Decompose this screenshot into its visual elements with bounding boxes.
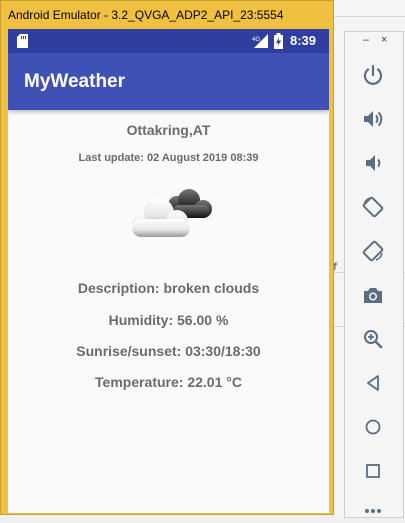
screenshot-button[interactable]	[361, 283, 385, 307]
emulator-window: Android Emulator - 3.2_QVGA_ADP2_API_23:…	[0, 0, 334, 515]
broken-clouds-icon	[132, 189, 212, 237]
sd-card-icon	[17, 34, 28, 48]
network-label: 4G	[252, 37, 260, 43]
window-title: Android Emulator - 3.2_QVGA_ADP2_API_23:…	[8, 8, 284, 22]
overview-icon	[366, 464, 380, 478]
back-button[interactable]	[361, 371, 385, 395]
city-name: Ottakring,AT	[126, 122, 211, 138]
humidity: Humidity: 56.00 %	[108, 312, 229, 328]
rotate-left-icon	[362, 196, 384, 218]
power-button[interactable]	[361, 63, 385, 87]
home-icon	[365, 419, 381, 435]
overview-button[interactable]	[361, 459, 385, 483]
status-bar: 4G 8:39	[8, 29, 329, 53]
volume-down-button[interactable]	[361, 151, 385, 175]
more-button[interactable]	[361, 499, 385, 523]
more-icon	[365, 509, 381, 513]
sunrise-sunset: Sunrise/sunset: 03:30/18:30	[76, 343, 261, 359]
volume-up-button[interactable]	[361, 107, 385, 131]
rotate-right-icon	[362, 240, 384, 262]
weather-description: Description: broken clouds	[77, 280, 260, 296]
temperature: Temperature: 22.01 °C	[95, 374, 242, 390]
app-bar: MyWeather	[8, 53, 329, 110]
volume-up-icon	[364, 111, 383, 127]
emulator-toolbar: – ×	[344, 31, 404, 518]
zoom-button[interactable]	[361, 327, 385, 351]
power-icon	[363, 64, 383, 85]
rotate-left-button[interactable]	[361, 195, 385, 219]
device-screen: 4G 8:39 MyWeather Ottakring,AT Last upda…	[8, 29, 329, 513]
toolbar-window-controls: – ×	[345, 34, 405, 52]
status-clock: 8:39	[290, 33, 317, 48]
app-title: MyWeather	[24, 71, 126, 92]
minimize-button[interactable]: –	[363, 34, 369, 46]
battery-charging-icon	[274, 33, 283, 49]
rotate-right-button[interactable]	[361, 239, 385, 263]
last-update: Last update: 02 August 2019 08:39	[78, 152, 259, 164]
signal-icon: 4G	[252, 34, 268, 48]
close-button[interactable]: ×	[381, 34, 387, 46]
camera-icon	[364, 288, 382, 303]
home-button[interactable]	[361, 415, 385, 439]
volume-down-icon	[366, 155, 381, 171]
zoom-icon	[364, 330, 383, 349]
back-icon	[367, 375, 379, 391]
